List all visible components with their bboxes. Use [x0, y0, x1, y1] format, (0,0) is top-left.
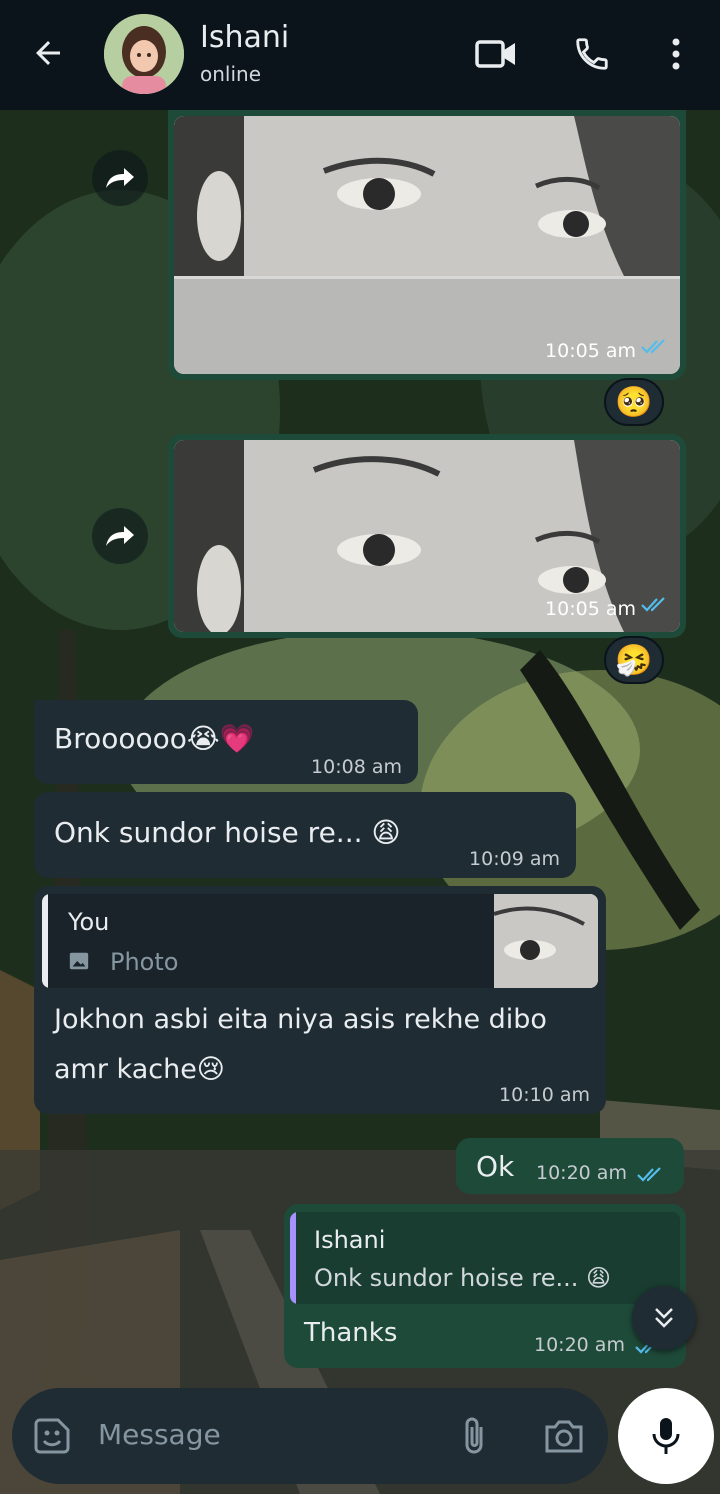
- incoming-reply-message[interactable]: You Photo Jokhon asbi eita niya asis rek…: [34, 886, 606, 1114]
- quote-author: Ishani: [314, 1226, 386, 1254]
- forward-icon[interactable]: [92, 150, 148, 206]
- video-call-icon[interactable]: [472, 30, 520, 78]
- photo-icon: [68, 950, 90, 976]
- message-time: 10:20 am: [534, 1334, 625, 1356]
- message-time: 10:09 am: [469, 848, 560, 870]
- avatar[interactable]: [104, 14, 184, 94]
- voice-record-button[interactable]: [618, 1388, 714, 1484]
- contact-status: online: [200, 62, 262, 86]
- microphone-icon: [652, 1418, 680, 1454]
- message-time: 10:05 am: [545, 340, 636, 362]
- scroll-to-bottom-button[interactable]: [632, 1286, 696, 1350]
- image-message[interactable]: 10:05 am: [168, 434, 686, 638]
- incoming-message[interactable]: Broooooo😭💗 10:08 am: [34, 700, 418, 784]
- sketch-image[interactable]: 10:05 am: [174, 116, 680, 374]
- reaction-badge[interactable]: 🤧: [604, 636, 664, 684]
- message-input[interactable]: Message: [98, 1418, 221, 1451]
- quote-text: Onk sundor hoise re... 😩: [314, 1264, 612, 1292]
- reaction-badge[interactable]: 🥺: [604, 378, 664, 426]
- read-ticks-icon: [636, 1166, 664, 1186]
- quoted-message[interactable]: You Photo: [42, 894, 598, 988]
- more-options-icon[interactable]: [652, 30, 700, 78]
- read-ticks-icon: [640, 338, 668, 358]
- quote-accent-bar: [42, 894, 48, 988]
- quote-author: You: [68, 908, 110, 936]
- message-text: Ok: [476, 1150, 515, 1183]
- message-text: Broooooo😭💗: [54, 722, 255, 755]
- sticker-icon[interactable]: [30, 1414, 74, 1458]
- message-text-line-1: Jokhon asbi eita niya asis rekhe dibo: [54, 1004, 547, 1035]
- quote-text: Photo: [110, 948, 179, 976]
- voice-call-icon[interactable]: [568, 30, 616, 78]
- message-text-line-2: amr kache😢: [54, 1054, 225, 1085]
- incoming-message[interactable]: Onk sundor hoise re... 😩 10:09 am: [34, 792, 576, 878]
- contact-name[interactable]: Ishani: [200, 20, 289, 55]
- chat-header: Ishani online: [0, 0, 720, 110]
- attach-icon[interactable]: [452, 1414, 496, 1458]
- outgoing-message[interactable]: Ok 10:20 am: [456, 1138, 684, 1194]
- quote-accent-bar: [290, 1212, 296, 1304]
- message-composer[interactable]: Message: [12, 1388, 608, 1484]
- outgoing-reply-message[interactable]: Ishani Onk sundor hoise re... 😩 Thanks 1…: [284, 1204, 686, 1368]
- message-time: 10:08 am: [311, 756, 402, 778]
- message-text: Thanks: [304, 1318, 398, 1348]
- image-message[interactable]: 10:05 am: [168, 110, 686, 380]
- message-time: 10:20 am: [536, 1162, 627, 1184]
- quote-thumbnail: [494, 894, 598, 988]
- double-chevron-down-icon: [655, 1308, 673, 1328]
- quoted-message[interactable]: Ishani Onk sundor hoise re... 😩: [290, 1212, 680, 1304]
- message-text: Onk sundor hoise re... 😩: [54, 816, 401, 849]
- forward-icon[interactable]: [92, 508, 148, 564]
- message-time: 10:10 am: [499, 1084, 590, 1106]
- sketch-image[interactable]: 10:05 am: [174, 440, 680, 632]
- back-arrow-icon[interactable]: [28, 33, 68, 73]
- read-ticks-icon: [640, 596, 668, 616]
- camera-icon[interactable]: [540, 1414, 588, 1458]
- message-time: 10:05 am: [545, 598, 636, 620]
